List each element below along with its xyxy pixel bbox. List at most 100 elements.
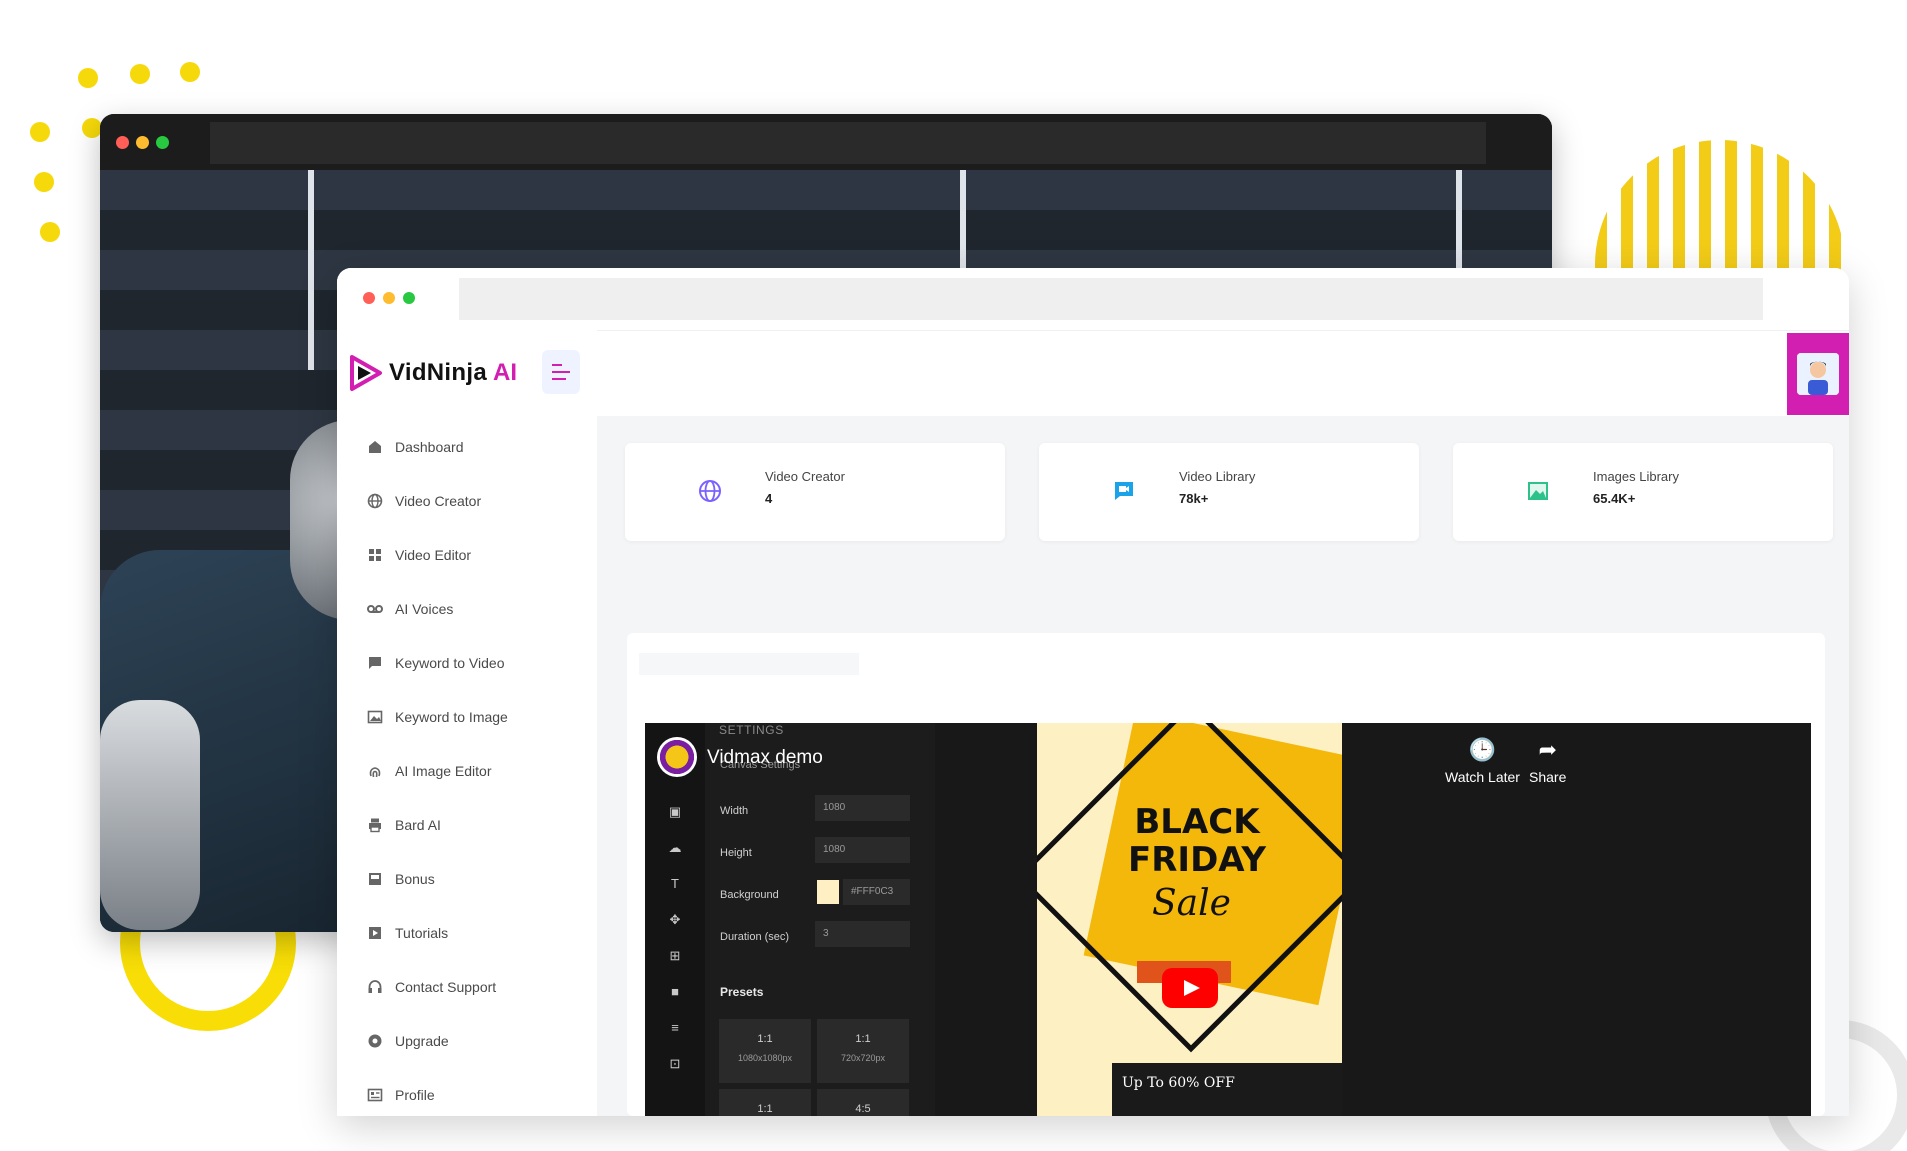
sidebar-item-tutorials[interactable]: Tutorials: [367, 906, 587, 960]
maximize-dot-icon: [156, 136, 169, 149]
fingerprint-icon: [367, 763, 383, 779]
sidebar-item-label: Upgrade: [395, 1033, 449, 1049]
preset-size: 1080x1080px: [737, 1053, 793, 1063]
printer-icon: [367, 817, 383, 833]
user-avatar-button[interactable]: [1787, 333, 1849, 415]
sidebar-item-label: Tutorials: [395, 925, 449, 941]
stat-title: Images Library: [1593, 469, 1679, 484]
decor-dot: [82, 118, 102, 138]
clock-icon: 🕒: [1468, 737, 1497, 762]
upgrade-icon: [367, 1033, 383, 1049]
sidebar-item-bard-ai[interactable]: Bard AI: [367, 798, 587, 852]
sidebar-item-label: Video Editor: [395, 547, 472, 563]
stat-value: 78k+: [1179, 491, 1209, 506]
watch-later-button[interactable]: 🕒 Watch Later: [1445, 737, 1520, 785]
avatar: [1797, 353, 1839, 395]
photo-frame-edge: [308, 170, 314, 370]
poster-headline: BLACK FRIDAY: [1128, 802, 1266, 880]
logo-play-icon: [349, 354, 383, 392]
sidebar-item-dashboard[interactable]: Dashboard: [367, 420, 587, 474]
height-label: Height: [720, 847, 752, 859]
decor-dot: [180, 62, 200, 82]
decor-dot: [34, 172, 54, 192]
sidebar-item-bonus[interactable]: Bonus: [367, 852, 587, 906]
decor-dot: [78, 68, 98, 88]
preset-tile: 1:1 1080x1080px: [719, 1019, 811, 1083]
stat-value: 4: [765, 491, 773, 506]
preset-ratio: 1:1: [757, 1103, 773, 1115]
robot-arm: [100, 700, 200, 930]
headset-icon: [367, 979, 383, 995]
background-label: Background: [720, 889, 779, 901]
maximize-dot-icon[interactable]: [403, 292, 415, 304]
decor-dot: [40, 222, 60, 242]
decor-dot: [30, 122, 50, 142]
sidebar-item-profile[interactable]: Profile: [367, 1068, 587, 1116]
sidebar-item-keyword-to-image[interactable]: Keyword to Image: [367, 690, 587, 744]
stat-title: Video Library: [1179, 469, 1256, 484]
app-browser-window: VidNinja AI Dashboard Video Creator Vide…: [337, 268, 1849, 1116]
app-logo[interactable]: VidNinja AI: [349, 352, 517, 394]
sidebar-item-video-editor[interactable]: Video Editor: [367, 528, 587, 582]
sidebar-item-label: Bonus: [395, 871, 435, 887]
text-icon: T: [671, 876, 679, 891]
back-window-titlebar: [100, 114, 1552, 170]
presets-label: Presets: [720, 985, 764, 999]
panel-heading-placeholder: [639, 653, 859, 675]
sidebar-nav: Dashboard Video Creator Video Editor AI …: [367, 420, 587, 1116]
voicemail-icon: [367, 601, 383, 617]
video-chat-icon: [1111, 478, 1137, 504]
top-bar: [597, 330, 1849, 416]
share-label: Share: [1529, 769, 1567, 785]
preset-tile: 1:1 720x720px: [817, 1019, 909, 1083]
background-color-swatch: [817, 880, 839, 904]
sidebar-item-ai-voices[interactable]: AI Voices: [367, 582, 587, 636]
youtube-video-embed[interactable]: ▣ ☁ T ✥ ⊞ ■ ≡ ⊡ SETTINGS Canvas Settings…: [645, 723, 1811, 1116]
poster-footer: Up To 60% OFF: [1112, 1063, 1342, 1116]
channel-avatar[interactable]: [657, 737, 697, 777]
decor-dot: [130, 64, 150, 84]
share-button[interactable]: ➦ Share: [1529, 737, 1566, 785]
preset-ratio: 1:1: [757, 1033, 773, 1045]
share-arrow-icon: ➦: [1538, 737, 1557, 762]
sidebar-item-label: Keyword to Image: [395, 709, 508, 725]
video-title[interactable]: Vidmax demo: [707, 747, 823, 769]
home-icon: [367, 439, 383, 455]
chat-icon: [367, 655, 383, 671]
sidebar-item-label: Video Creator: [395, 493, 482, 509]
duration-field: 3: [815, 921, 910, 947]
duration-label: Duration (sec): [720, 931, 790, 943]
close-dot-icon[interactable]: [363, 292, 375, 304]
youtube-play-button[interactable]: [1162, 968, 1218, 1008]
sidebar-item-keyword-to-video[interactable]: Keyword to Video: [367, 636, 587, 690]
height-field: 1080: [815, 837, 910, 863]
sidebar-item-ai-image-editor[interactable]: AI Image Editor: [367, 744, 587, 798]
back-address-bar: [210, 122, 1486, 164]
minimize-dot-icon: [136, 136, 149, 149]
poster-sale-script: Sale: [1152, 883, 1231, 924]
preset-tile: 4:5: [817, 1089, 909, 1116]
sidebar-item-label: AI Voices: [395, 601, 454, 617]
sidebar: VidNinja AI Dashboard Video Creator Vide…: [337, 330, 597, 1116]
sidebar-item-label: AI Image Editor: [395, 763, 492, 779]
elements-icon: ✥: [669, 912, 681, 927]
stat-card-video-library[interactable]: Video Library 78k+: [1039, 443, 1419, 541]
preset-size: 720x720px: [840, 1053, 886, 1063]
app-window-titlebar: [337, 268, 1849, 330]
sidebar-item-video-creator[interactable]: Video Creator: [367, 474, 587, 528]
stat-card-video-creator[interactable]: Video Creator 4: [625, 443, 1005, 541]
sidebar-item-label: Bard AI: [395, 817, 441, 833]
minimize-dot-icon[interactable]: [383, 292, 395, 304]
sidebar-item-upgrade[interactable]: Upgrade: [367, 1014, 587, 1068]
address-bar[interactable]: [459, 278, 1763, 320]
grid-icon: ⊡: [669, 1056, 681, 1071]
close-dot-icon: [116, 136, 129, 149]
sidebar-item-contact-support[interactable]: Contact Support: [367, 960, 587, 1014]
menu-toggle-button[interactable]: [542, 350, 580, 394]
sidebar-item-label: Keyword to Video: [395, 655, 505, 671]
app-name-suffix: AI: [492, 359, 517, 386]
stat-card-images-library[interactable]: Images Library 65.4K+: [1453, 443, 1833, 541]
background-field: #FFF0C3: [843, 879, 910, 905]
upload-cloud-icon: ☁: [668, 840, 682, 855]
stat-title: Video Creator: [765, 469, 845, 484]
